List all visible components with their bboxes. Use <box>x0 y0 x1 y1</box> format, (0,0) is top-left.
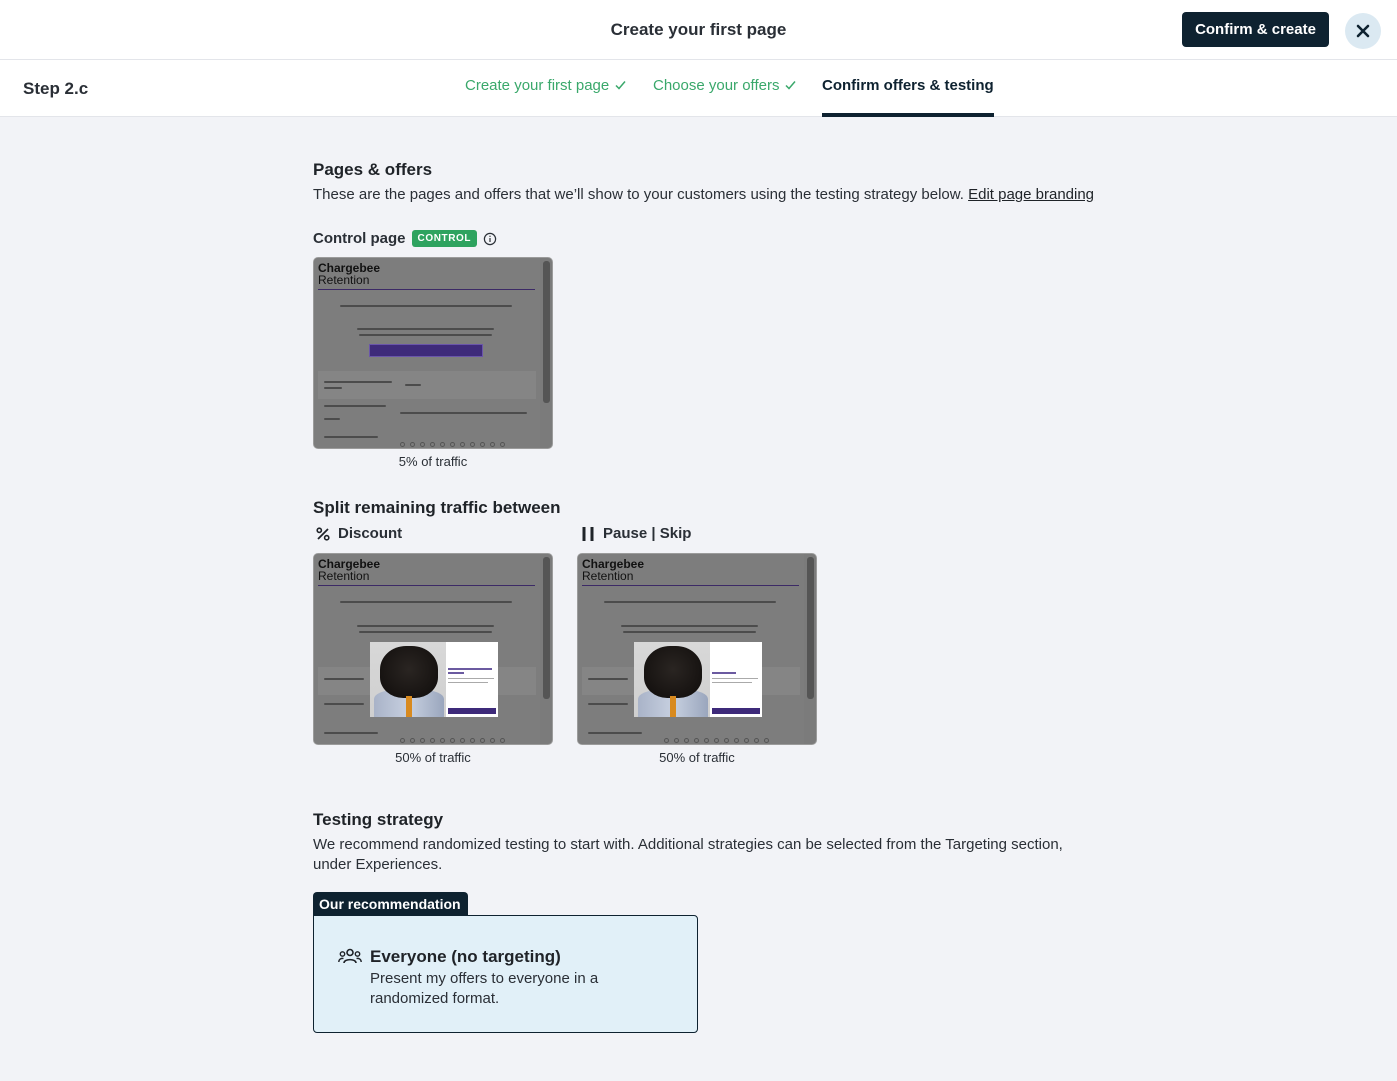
control-page-preview[interactable]: Chargebee Retention <box>313 257 553 449</box>
preview-text-line <box>588 732 642 734</box>
preview-text-line <box>324 678 364 680</box>
preview-text-line <box>324 703 364 705</box>
preview-divider <box>582 585 799 586</box>
recommendation-tab: Our recommendation <box>313 892 468 916</box>
pause-icon <box>582 526 594 541</box>
pug-photo <box>634 642 710 717</box>
control-page-label-row: Control page CONTROL <box>313 230 497 247</box>
preview-text-line <box>340 601 512 603</box>
offer-modal <box>370 642 498 717</box>
preview-rating-dots <box>400 442 505 447</box>
offer-modal <box>634 642 762 717</box>
preview-page: Chargebee Retention <box>578 554 804 744</box>
step-bar: Step 2.c Create your first page Choose y… <box>0 60 1397 117</box>
tab-choose-offers[interactable]: Choose your offers <box>653 77 797 117</box>
control-badge: CONTROL <box>411 230 478 247</box>
preview-text-line <box>324 381 392 383</box>
pause-skip-offer-preview[interactable]: Chargebee Retention <box>577 553 817 745</box>
preview-text-line <box>324 436 378 438</box>
step-label: Step 2.c <box>23 79 89 98</box>
discount-offer-preview[interactable]: Chargebee Retention <box>313 553 553 745</box>
info-icon[interactable] <box>483 232 497 246</box>
option-description: Present my offers to everyone in a rando… <box>370 970 599 1007</box>
preview-scrollbar <box>543 557 550 699</box>
preview-brand-sub: Retention <box>318 273 370 287</box>
preview-text-line <box>588 703 628 705</box>
preview-text-line <box>405 384 421 386</box>
pug-photo <box>370 642 446 717</box>
preview-brand-sub: Retention <box>582 569 634 583</box>
everyone-no-targeting-option[interactable]: Everyone (no targeting) Present my offer… <box>313 915 698 1033</box>
top-bar: Create your first page Confirm & create <box>0 0 1397 60</box>
preview-text-line <box>604 601 776 603</box>
preview-rating-dots <box>400 738 505 743</box>
preview-text-line <box>359 631 492 633</box>
tab-label: Confirm offers & testing <box>822 77 994 94</box>
preview-text-line <box>357 328 494 330</box>
pause-skip-traffic-caption: 50% of traffic <box>659 750 735 765</box>
preview-text-line <box>359 334 492 336</box>
preview-scrollbar <box>807 557 814 699</box>
preview-page: Chargebee Retention <box>314 258 540 448</box>
option-title: Everyone (no targeting) <box>370 947 561 966</box>
preview-text-line <box>324 387 342 389</box>
preview-text-line <box>588 678 628 680</box>
tab-label: Choose your offers <box>653 77 780 94</box>
preview-text-line <box>324 418 340 420</box>
preview-text-line <box>340 305 512 307</box>
discount-traffic-caption: 50% of traffic <box>395 750 471 765</box>
close-button[interactable] <box>1345 13 1381 49</box>
preview-divider <box>318 585 535 586</box>
description-text: These are the pages and offers that we’l… <box>313 186 964 203</box>
edit-page-branding-link[interactable]: Edit page branding <box>968 186 1094 203</box>
control-page-label: Control page <box>313 230 406 247</box>
check-icon <box>785 81 797 90</box>
pages-offers-heading: Pages & offers <box>313 160 433 179</box>
preview-text-line <box>400 412 527 414</box>
split-traffic-heading: Split remaining traffic between <box>313 498 561 517</box>
offer-name: Pause | Skip <box>603 525 692 542</box>
control-traffic-caption: 5% of traffic <box>398 454 468 469</box>
tab-label: Create your first page <box>465 77 610 94</box>
preview-text-line <box>324 405 386 407</box>
people-group-icon <box>338 948 362 964</box>
preview-text-line <box>621 625 758 627</box>
preview-page: Chargebee Retention <box>314 554 540 744</box>
modal-content <box>710 642 762 717</box>
preview-text-line <box>324 732 378 734</box>
preview-divider <box>318 289 535 290</box>
pause-skip-offer-label: Pause | Skip <box>581 525 691 542</box>
tab-confirm-offers-testing[interactable]: Confirm offers & testing <box>822 77 994 117</box>
preview-text-line <box>623 631 756 633</box>
pages-offers-description: These are the pages and offers that we’l… <box>313 185 1113 205</box>
preview-text-line <box>357 625 494 627</box>
preview-rating-dots <box>664 738 769 743</box>
percent-icon <box>316 526 330 541</box>
preview-scrollbar <box>543 261 550 403</box>
modal-content <box>446 642 498 717</box>
preview-brand-sub: Retention <box>318 569 370 583</box>
discount-offer-label: Discount <box>316 525 402 542</box>
tab-create-first-page[interactable]: Create your first page <box>465 77 626 117</box>
preview-band <box>318 371 536 399</box>
preview-button <box>369 344 483 357</box>
confirm-create-button[interactable]: Confirm & create <box>1182 12 1329 47</box>
check-icon <box>615 81 626 90</box>
testing-strategy-heading: Testing strategy <box>313 810 444 829</box>
testing-strategy-description: We recommend randomized testing to start… <box>313 836 1063 873</box>
close-icon <box>1356 24 1370 38</box>
offer-name: Discount <box>338 525 403 542</box>
